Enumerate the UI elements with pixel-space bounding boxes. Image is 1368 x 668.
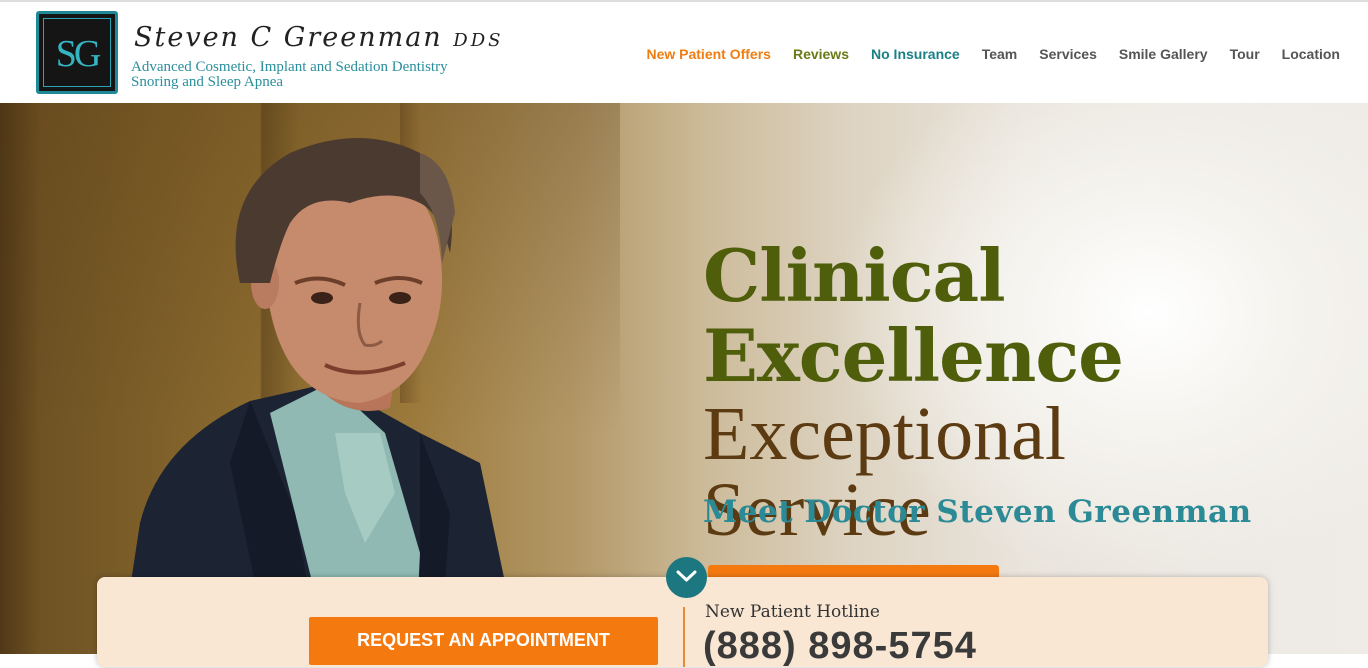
- main-nav: New Patient Offers Reviews No Insurance …: [646, 46, 1340, 62]
- doctor-portrait: [120, 138, 520, 654]
- logo-tagline-line-2: Snoring and Sleep Apnea: [131, 74, 284, 90]
- nav-new-patient-offers[interactable]: New Patient Offers: [646, 46, 770, 62]
- request-appointment-button[interactable]: REQUEST AN APPOINTMENT: [309, 617, 658, 665]
- nav-smile-gallery[interactable]: Smile Gallery: [1119, 46, 1208, 62]
- nav-services[interactable]: Services: [1039, 46, 1097, 62]
- nav-no-insurance[interactable]: No Insurance: [871, 46, 960, 62]
- logo-tagline-line-1: Advanced Cosmetic, Implant and Sedation …: [131, 59, 448, 75]
- hotline-number[interactable]: (888) 898-5754: [703, 625, 977, 668]
- nav-team[interactable]: Team: [982, 46, 1018, 62]
- chevron-down-icon: [676, 570, 697, 582]
- meet-doctor-link[interactable]: Meet Doctor Steven Greenman: [703, 494, 1252, 530]
- nav-location[interactable]: Location: [1282, 46, 1340, 62]
- hotline-label: New Patient Hotline: [705, 602, 880, 622]
- site-header: SG Steven C Greenman DDS Advanced Cosmet…: [0, 0, 1368, 103]
- headline-exceptional: Exceptional: [703, 392, 1066, 476]
- nav-tour[interactable]: Tour: [1230, 46, 1260, 62]
- logo-monogram: SG: [55, 33, 102, 75]
- headline-excellence: Excellence: [703, 313, 1124, 398]
- logo-suffix: DDS: [453, 30, 504, 51]
- logo-tagline: Advanced Cosmetic, Implant and Sedation …: [131, 60, 448, 90]
- nav-reviews[interactable]: Reviews: [793, 46, 849, 62]
- logo-mark[interactable]: SG: [36, 11, 118, 94]
- scroll-down-button[interactable]: [666, 557, 707, 598]
- logo-name-text: Steven C Greenman: [134, 22, 443, 53]
- logo-name[interactable]: Steven C Greenman DDS: [134, 22, 503, 53]
- cta-divider: [683, 607, 685, 667]
- headline-clinical: Clinical: [703, 233, 1006, 318]
